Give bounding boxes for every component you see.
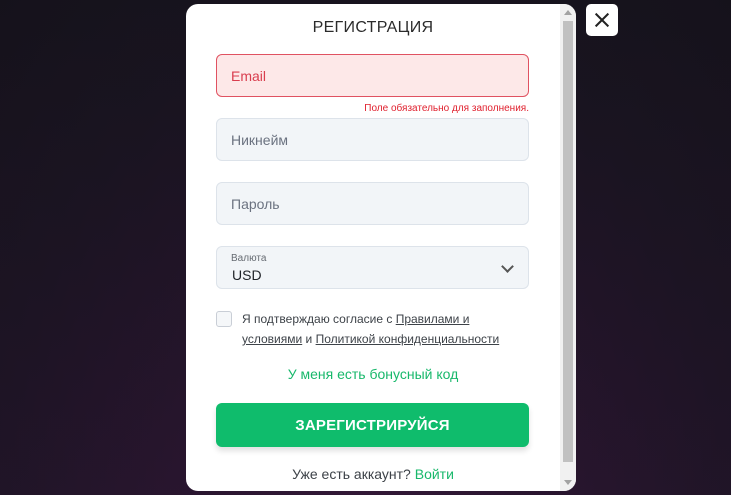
currency-label: Валюта	[231, 253, 267, 264]
scroll-down-arrow-icon[interactable]	[564, 480, 572, 485]
modal-title: РЕГИСТРАЦИЯ	[312, 19, 434, 36]
scroll-up-arrow-icon[interactable]	[564, 10, 572, 15]
login-row: Уже есть аккаунт? Войти	[186, 466, 560, 482]
privacy-policy-link[interactable]: Политикой конфиденциальности	[316, 332, 500, 346]
consent-and: и	[302, 332, 316, 346]
bonus-code-link[interactable]: У меня есть бонусный код	[186, 366, 560, 382]
email-error-message: Поле обязательно для заполнения.	[364, 103, 529, 114]
password-input[interactable]: Пароль	[216, 182, 529, 225]
email-placeholder: Email	[231, 67, 267, 84]
login-prompt: Уже есть аккаунт?	[292, 466, 415, 482]
currency-value: USD	[232, 267, 262, 283]
consent-text: Я подтверждаю согласие с Правилами и усл…	[242, 309, 532, 349]
nickname-placeholder: Никнейм	[231, 131, 289, 148]
scrollbar-thumb[interactable]	[563, 21, 573, 462]
currency-select[interactable]: Валюта USD	[216, 246, 529, 289]
consent-prefix: Я подтверждаю согласие с	[242, 312, 396, 326]
modal-scrollbar[interactable]	[560, 4, 576, 491]
login-link[interactable]: Войти	[415, 466, 454, 482]
email-input[interactable]: Email	[216, 54, 529, 97]
close-icon[interactable]	[586, 4, 618, 36]
register-button[interactable]: ЗАРЕГИСТРИРУЙСЯ	[216, 403, 529, 447]
modal-content: РЕГИСТРАЦИЯ Email Поле обязательно для з…	[186, 4, 560, 491]
nickname-input[interactable]: Никнейм	[216, 118, 529, 161]
password-placeholder: Пароль	[231, 195, 280, 212]
registration-modal: РЕГИСТРАЦИЯ Email Поле обязательно для з…	[186, 4, 576, 491]
consent-checkbox[interactable]	[216, 311, 232, 327]
chevron-down-icon	[501, 260, 514, 273]
